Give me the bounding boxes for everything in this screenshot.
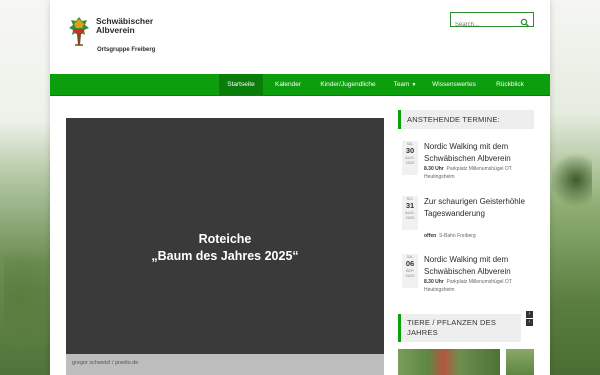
- slide-credit-bar: gregor schwetzl / pixelio.de: [66, 354, 384, 375]
- nature-thumbnail-image[interactable]: [506, 349, 534, 375]
- slide-title-line-1: Roteiche: [198, 232, 252, 246]
- logo-subtitle: Ortsgruppe Freiberg: [97, 47, 156, 53]
- event-time: 8.30 Uhr: [424, 279, 444, 285]
- nav-item-label: Kalender: [274, 81, 302, 88]
- event-day: 30: [405, 146, 415, 155]
- event-date-badge: SA. 30 AUG. 2025: [402, 141, 418, 175]
- logo-line-2: Albverein: [96, 25, 135, 35]
- nature-widget-title: TIERE / PFLANZEN DES JAHRES: [398, 314, 521, 342]
- nav-item-label: Startseite: [227, 81, 255, 88]
- nav-item-label: Rückblick: [496, 81, 524, 88]
- event-place: S-Bahn Freiberg: [439, 233, 476, 239]
- event-date-badge: SA. 06 SEP. 2025: [402, 254, 418, 288]
- page-container: Schwäbischer Albverein Ortsgruppe Freibe…: [50, 0, 550, 375]
- albverein-logo-icon[interactable]: [68, 15, 90, 47]
- event-meta: 8.30 Uhr Parkplatz Millenumshügel OT Heu…: [424, 278, 534, 294]
- nav-item-rueckblick[interactable]: Rückblick: [488, 74, 532, 95]
- search-box: [450, 12, 534, 32]
- site-header: Schwäbischer Albverein Ortsgruppe Freibe…: [50, 0, 550, 74]
- logo-wordmark[interactable]: Schwäbischer Albverein: [96, 17, 153, 35]
- event-time: offen: [424, 233, 437, 239]
- event-meta: offen S-Bahn Freiberg: [424, 232, 534, 240]
- slide-title: Roteiche „Baum des Jahres 2025“: [66, 231, 384, 265]
- nav-item-label: Kinder/Jugendliche: [320, 81, 376, 88]
- nav-item-kinder-jugendliche[interactable]: Kinder/Jugendliche: [312, 74, 384, 95]
- nav-item-startseite[interactable]: Startseite: [219, 74, 263, 95]
- event-day: 06: [405, 259, 415, 268]
- nav-item-label: Team: [393, 81, 410, 88]
- nav-item-wissenswertes[interactable]: Wissenswertes: [426, 74, 482, 95]
- background-left-shade: [4, 230, 48, 350]
- image-slider[interactable]: Roteiche „Baum des Jahres 2025“ gregor s…: [66, 118, 384, 375]
- slide-credit: gregor schwetzl / pixelio.de: [72, 360, 139, 366]
- event-year: 2025: [405, 160, 415, 165]
- nature-widget: TIERE / PFLANZEN DES JAHRES: [398, 314, 521, 342]
- nav-item-kalender[interactable]: Kalender: [266, 74, 310, 95]
- chevron-right-icon[interactable]: ›: [526, 311, 533, 318]
- nature-thumbnail-image[interactable]: [398, 349, 500, 375]
- search-input[interactable]: [451, 18, 519, 32]
- nav-item-team[interactable]: Team ▼: [390, 74, 420, 95]
- event-title-link[interactable]: Zur schaurigen Geisterhöhle Tageswanderu…: [424, 196, 534, 219]
- background-left-top: [0, 0, 52, 120]
- search-icon[interactable]: [520, 15, 530, 28]
- event-year: 2025: [405, 273, 415, 278]
- event-time: 8.30 Uhr: [424, 166, 444, 172]
- event-day: 31: [405, 201, 415, 210]
- background-right-shade: [552, 150, 592, 210]
- carousel-controls: › ‹: [526, 311, 534, 327]
- chevron-down-icon: ▼: [411, 82, 417, 88]
- event-title-link[interactable]: Nordic Walking mit dem Schwäbischen Albv…: [424, 141, 534, 164]
- main-navigation: Startseite Kalender Kinder/Jugendliche T…: [50, 74, 550, 96]
- events-widget-title: ANSTEHENDE TERMINE:: [398, 110, 534, 129]
- event-date-badge: SO. 31 AUG. 2025: [402, 196, 418, 230]
- event-title-link[interactable]: Nordic Walking mit dem Schwäbischen Albv…: [424, 254, 534, 277]
- slide-title-line-2: „Baum des Jahres 2025“: [151, 249, 299, 263]
- event-year: 2025: [405, 215, 415, 220]
- sidebar: ANSTEHENDE TERMINE: SA. 30 AUG. 2025 Nor…: [398, 110, 534, 293]
- event-meta: 8.30 Uhr Parkplatz Millenumshügel OT Heu…: [424, 165, 534, 181]
- nav-item-label: Wissenswertes: [432, 81, 476, 88]
- chevron-left-icon[interactable]: ‹: [526, 319, 533, 326]
